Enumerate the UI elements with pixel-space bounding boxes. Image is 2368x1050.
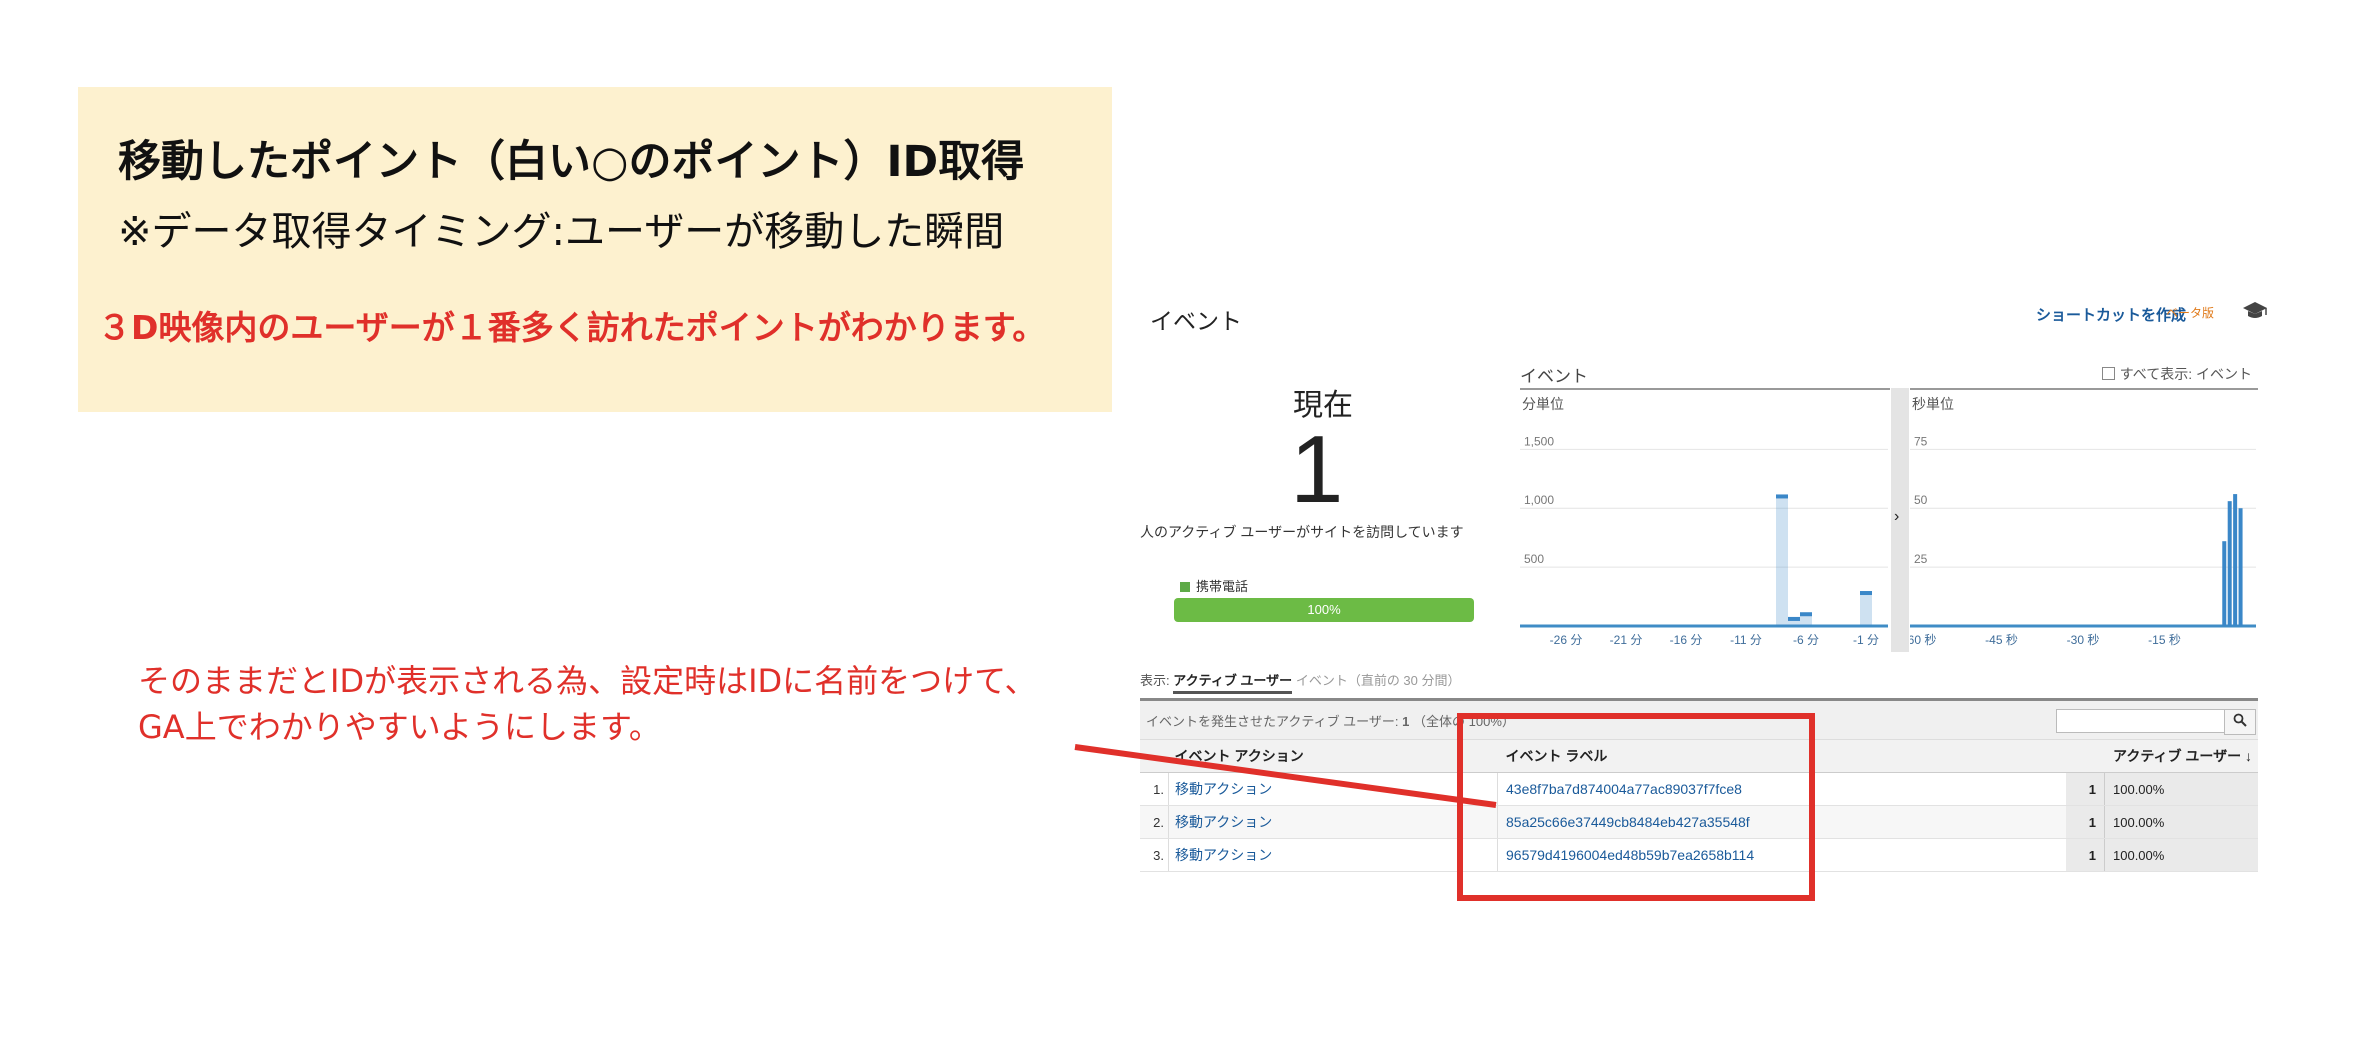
device-legend: 携帯電話 xyxy=(1180,576,1248,595)
row-pct: 100.00% xyxy=(2104,838,2258,872)
slide-highlight: ３D映像内のユーザーが１番多く訪れたポイントがわかります。 xyxy=(98,308,1046,347)
second-bar xyxy=(2233,494,2238,626)
active-users-count: 1 xyxy=(1290,416,1344,523)
per-second-chart: 秒単位 755025-60 秒-45 秒-30 秒-15 秒 xyxy=(1910,388,2258,654)
graduation-cap-icon[interactable] xyxy=(2242,300,2268,320)
show-all-checkbox[interactable] xyxy=(2101,367,2115,380)
event-action-link[interactable]: 移動アクション xyxy=(1175,814,1272,830)
chart-divider[interactable]: › xyxy=(1891,388,1909,652)
events-table-wrap: イベントを発生させたアクティブ ユーザー: 1 （全体の 100%） イベント … xyxy=(1140,698,2258,872)
minute-ytick-label: 500 xyxy=(1524,552,1544,566)
row-index: 1. xyxy=(1140,772,1169,806)
minute-xtick-label: -11 分 xyxy=(1730,633,1762,647)
event-action-link[interactable]: 移動アクション xyxy=(1175,781,1272,797)
minute-bar-cap xyxy=(1776,494,1788,499)
table-row: 2. 移動アクション 85a25c66e37449cb8484eb427a355… xyxy=(1140,805,2258,839)
beta-badge: ベータ版 xyxy=(2165,306,2214,320)
minute-bar-cap xyxy=(1800,612,1812,617)
minute-ytick-label: 1,500 xyxy=(1524,434,1554,448)
slide-subtitle: ※データ取得タイミング:ユーザーが移動した瞬間 xyxy=(118,209,1005,255)
minute-bar xyxy=(1776,496,1788,626)
device-label: 携帯電話 xyxy=(1196,579,1249,594)
event-label-link[interactable]: 85a25c66e37449cb8484eb427a35548f xyxy=(1506,814,1750,830)
table-row: 3. 移動アクション 96579d4196004ed48b59b7ea2658b… xyxy=(1140,838,2258,872)
chart-heading: イベント xyxy=(1520,367,1588,386)
second-bar xyxy=(2222,541,2227,626)
device-share-bar: 100% xyxy=(1174,598,1474,622)
event-label-link[interactable]: 96579d4196004ed48b59b7ea2658b114 xyxy=(1506,847,1754,863)
show-prefix: 表示: xyxy=(1140,673,1170,688)
row-index: 3. xyxy=(1140,838,1169,872)
col-active-users[interactable]: アクティブ ユーザー ↓ xyxy=(2066,739,2258,773)
slide-caption: そのままだとIDが表示される為、設定時はIDに名前をつけて、 GA上でわかりやす… xyxy=(138,658,1037,750)
second-ytick-label: 75 xyxy=(1914,434,1928,448)
row-users: 1 xyxy=(2066,838,2105,872)
tab-active-users[interactable]: アクティブ ユーザー xyxy=(1173,673,1293,694)
note-box: 移動したポイント（白い○のポイント）ID取得 ※データ取得タイミング:ユーザーが… xyxy=(78,87,1112,412)
summary-value: 1 xyxy=(1402,714,1410,729)
minute-bar-cap xyxy=(1860,591,1872,596)
caption-line-2: GA上でわかりやすいようにします。 xyxy=(138,708,661,746)
second-xtick-label: -60 秒 xyxy=(1910,633,1936,647)
minute-xtick-label: -6 分 xyxy=(1793,633,1819,647)
minute-xtick-label: -26 分 xyxy=(1550,633,1583,647)
summary-row: イベントを発生させたアクティブ ユーザー: 1 （全体の 100%） xyxy=(1140,701,2258,739)
per-minute-chart-svg: 1,500 1,000 500 -26 分 -21 分 -16 分 -11 分 -6 分 -1 … xyxy=(1520,434,1888,647)
second-xtick-label: -45 秒 xyxy=(1985,633,2018,647)
show-all-label: すべて表示: イベント xyxy=(2119,366,2252,382)
second-ytick-label: 50 xyxy=(1914,493,1928,507)
event-label-link[interactable]: 43e8f7ba7d874004a77ac89037f7fce8 xyxy=(1506,781,1742,797)
minute-xtick-label: -21 分 xyxy=(1610,633,1643,647)
view-tabs: 表示: アクティブ ユーザー イベント（直前の 30 分間） xyxy=(1140,670,1461,694)
event-action-link[interactable]: 移動アクション xyxy=(1175,847,1272,863)
summary-suffix: （全体の 100%） xyxy=(1413,714,1515,729)
minute-bar-cap xyxy=(1788,616,1800,621)
col-event-label[interactable]: イベント ラベル xyxy=(1497,739,2066,773)
row-users: 1 xyxy=(2066,772,2105,806)
device-color-swatch xyxy=(1180,582,1190,592)
per-second-chart-svg: 75 50 25 -60 秒 -45 秒 -30 秒 -15 秒 xyxy=(1910,434,2256,647)
second-ytick-label: 25 xyxy=(1914,552,1928,566)
chevron-right-icon: › xyxy=(1894,508,1900,525)
magnifier-icon[interactable] xyxy=(2224,709,2256,735)
summary-prefix: イベントを発生させたアクティブ ユーザー: xyxy=(1146,714,1399,729)
second-bar xyxy=(2238,508,2243,626)
page-title: イベント xyxy=(1150,308,1242,334)
ga-realtime-events-panel: イベント ショートカットを作成 ベータ版 現在 1 人のアクティブ ユーザーがサ… xyxy=(1140,290,2270,910)
row-index: 2. xyxy=(1140,805,1169,839)
second-bar xyxy=(2227,501,2232,626)
summary-text: イベントを発生させたアクティブ ユーザー: 1 （全体の 100%） xyxy=(1146,711,1515,730)
col-index-header xyxy=(1140,739,1169,773)
per-minute-chart: 分単位 1,500 1,000 500 -26 分 -21 分 -16 分 -11 分 -6 … xyxy=(1520,388,1890,654)
col-event-action[interactable]: イベント アクション xyxy=(1168,739,1498,773)
second-xtick-label: -15 秒 xyxy=(2148,633,2181,647)
row-pct: 100.00% xyxy=(2104,805,2258,839)
second-xtick-label: -30 秒 xyxy=(2067,633,2100,647)
table-search-input[interactable] xyxy=(2056,709,2226,733)
table-row: 1. 移動アクション 43e8f7ba7d874004a77ac89037f7f… xyxy=(1140,772,2258,806)
slide-title: 移動したポイント（白い○のポイント）ID取得 xyxy=(118,137,1025,187)
minute-bar xyxy=(1860,593,1872,626)
show-all-toggle[interactable]: すべて表示: イベント xyxy=(2101,364,2252,384)
events-table: イベント アクション イベント ラベル アクティブ ユーザー ↓ 1. 移動アク… xyxy=(1140,739,2258,872)
minute-xtick-label: -1 分 xyxy=(1853,633,1879,647)
tab-events-30min[interactable]: イベント（直前の 30 分間） xyxy=(1296,673,1461,688)
caption-line-1: そのままだとIDが表示される為、設定時はIDに名前をつけて、 xyxy=(138,662,1037,700)
active-users-description: 人のアクティブ ユーザーがサイトを訪問しています xyxy=(1140,524,1464,540)
row-pct: 100.00% xyxy=(2104,772,2258,806)
create-shortcut-link[interactable]: ショートカットを作成 xyxy=(2036,304,2186,325)
minute-xtick-label: -16 分 xyxy=(1670,633,1703,647)
minute-ytick-label: 1,000 xyxy=(1524,493,1554,507)
row-users: 1 xyxy=(2066,805,2105,839)
